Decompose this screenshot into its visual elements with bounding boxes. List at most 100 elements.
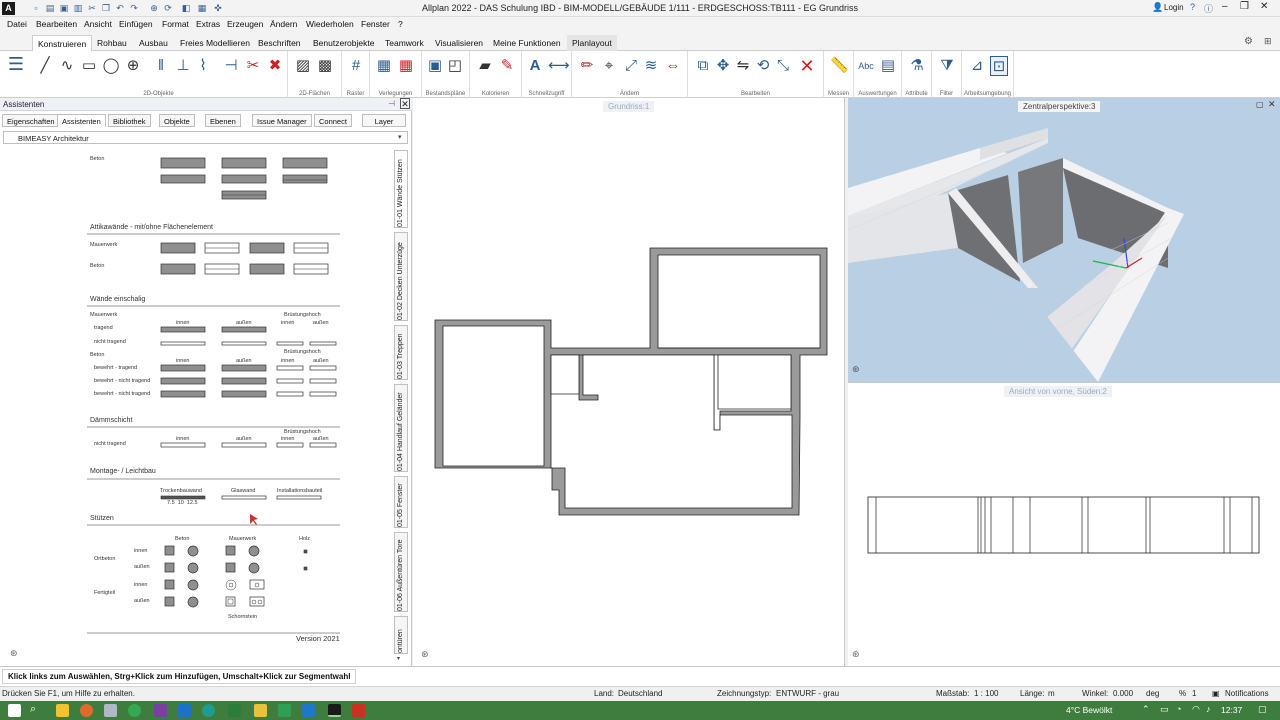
acrobat-icon[interactable]	[352, 704, 365, 717]
vtab-handlauf-gelaender[interactable]: 01-04 Handlauf Geländer	[394, 384, 408, 472]
parallel-lines-icon[interactable]: ‖	[152, 56, 170, 76]
scroll-down-icon[interactable]: ▾	[397, 655, 400, 662]
spellcheck-icon[interactable]: Abc	[857, 56, 875, 76]
copy-element-icon[interactable]: ⧉	[694, 56, 712, 76]
vtab-treppen[interactable]: 01-03 Treppen	[394, 325, 408, 380]
menu-erzeugen[interactable]: Erzeugen	[227, 19, 263, 29]
filter-icon[interactable]: ⧩	[938, 56, 956, 76]
menu-help[interactable]: ?	[398, 19, 403, 29]
line-icon[interactable]: ╱	[36, 56, 54, 76]
offset-icon[interactable]: ≋	[642, 56, 660, 76]
clock[interactable]: 12:37	[1221, 705, 1242, 715]
tab-teamwork[interactable]: Teamwork	[380, 35, 429, 51]
menu-format[interactable]: Format	[162, 19, 189, 29]
perspective-viewport[interactable]: Zentralperspektive:3 ▢ ✕ ⊛	[848, 98, 1280, 382]
image-edit-icon[interactable]: ◰	[446, 56, 464, 76]
tab-benutzerobjekte[interactable]: Benutzerobjekte	[308, 35, 379, 51]
app-icon-3[interactable]	[254, 704, 267, 717]
delete-icon[interactable]: ✕	[798, 56, 816, 76]
measure-icon[interactable]: 📏	[830, 56, 849, 76]
percent-value[interactable]: 1	[1192, 689, 1196, 698]
start-icon[interactable]	[8, 704, 21, 717]
tab-meine-funktionen[interactable]: Meine Funktionen	[488, 35, 566, 51]
workspace-icon[interactable]: ⊿	[968, 56, 986, 76]
layout-2-icon[interactable]: ▦	[397, 56, 415, 76]
vtab-aussentueren-tore[interactable]: 01-06 Außentüren Tore	[394, 532, 408, 612]
rotate-icon[interactable]: ⟲	[754, 56, 772, 76]
plan-viewport[interactable]: Grundriss:1 ⊛	[413, 98, 845, 666]
tab-layer[interactable]: Layer	[362, 114, 406, 127]
modify-points-icon[interactable]: ⌖	[600, 56, 618, 76]
menu-wiederholen[interactable]: Wiederholen	[306, 19, 354, 29]
close-icon[interactable]: ✕	[1260, 1, 1268, 12]
pin-icon[interactable]: ⊣	[388, 99, 395, 108]
onenote-icon[interactable]	[154, 704, 167, 717]
dimension-icon[interactable]: ⟷	[548, 56, 570, 76]
compass-icon[interactable]: ⊛	[10, 648, 18, 659]
tab-freies-modellieren[interactable]: Freies Modellieren	[175, 35, 255, 51]
maximize-icon[interactable]: ❐	[1240, 1, 1249, 12]
login-link[interactable]: Login	[1164, 3, 1184, 12]
vtab-waende-stuetzen[interactable]: 01-01 Wände Stützen	[394, 150, 408, 228]
scale-icon[interactable]: ⤡	[774, 56, 792, 76]
elevation-compass-icon[interactable]: ⊛	[852, 649, 860, 660]
edge-icon[interactable]	[202, 704, 215, 717]
notifications-button[interactable]: Notifications	[1225, 689, 1269, 698]
massstab-value[interactable]: 1 : 100	[974, 689, 998, 698]
attribute-icon[interactable]: ⚗	[908, 56, 926, 76]
tab-assistenten[interactable]: Assistenten	[57, 114, 106, 127]
explorer-icon[interactable]	[56, 704, 69, 717]
search-icon[interactable]: ⌕	[30, 703, 36, 716]
tools-palette-icon[interactable]: ☰	[6, 54, 26, 80]
elevation-viewport[interactable]: Ansicht von vorne, Süden:2 ⊛	[848, 382, 1280, 666]
assistant-group-select[interactable]: BIMEASY Architektur ▾	[3, 131, 408, 144]
vtab-fenster[interactable]: 01-05 Fenster	[394, 476, 408, 528]
spline-icon[interactable]: ⌇	[194, 56, 212, 76]
pencil-icon[interactable]: ✏	[578, 56, 596, 76]
pattern-icon[interactable]: ▩	[316, 56, 334, 76]
vtab-innentueren[interactable]: ontüren	[394, 616, 408, 654]
viewport-maximize-icon[interactable]: ▢	[1256, 100, 1264, 109]
tab-visualisieren[interactable]: Visualisieren	[430, 35, 488, 51]
perpendicular-icon[interactable]: ⊥	[174, 56, 192, 76]
delete-segment-icon[interactable]: ✖	[266, 56, 284, 76]
menu-einfuegen[interactable]: Einfügen	[119, 19, 153, 29]
extend-icon[interactable]: ⊣	[222, 56, 240, 76]
circle-center-icon[interactable]: ⊕	[124, 56, 142, 76]
vtab-decken-unterzuege[interactable]: 01-02 Decken Unterzüge	[394, 232, 408, 321]
stretch-icon[interactable]: ⇔	[664, 56, 682, 76]
chevron-down-icon[interactable]: ▾	[398, 133, 402, 141]
tab-ausbau[interactable]: Ausbau	[134, 35, 173, 51]
volume-icon[interactable]: ♪	[1206, 704, 1211, 714]
image-icon[interactable]: ▣	[426, 56, 444, 76]
land-value[interactable]: Deutschland	[618, 689, 662, 698]
settings-gear-icon[interactable]: ⚙	[1244, 36, 1253, 47]
brush-icon[interactable]: ✎	[498, 56, 516, 76]
tab-bibliothek[interactable]: Bibliothek	[108, 114, 151, 127]
network-icon[interactable]: ◔	[1176, 704, 1181, 714]
palette-close-icon[interactable]: ✕	[400, 98, 410, 109]
action-center-icon[interactable]: ▢	[1258, 704, 1267, 715]
winkel-unit[interactable]: deg	[1146, 689, 1159, 698]
grid-raster-icon[interactable]: #	[347, 56, 365, 76]
tab-konstruieren[interactable]: Konstruieren	[32, 35, 93, 51]
menu-bearbeiten[interactable]: Bearbeiten	[36, 19, 77, 29]
ribbon-expand-icon[interactable]: ⊞	[1264, 36, 1272, 47]
workspace-layout-icon[interactable]: ⊡	[990, 56, 1008, 76]
chrome-icon[interactable]	[128, 704, 141, 717]
viewport-close-icon[interactable]: ✕	[1268, 99, 1276, 110]
hatching-icon[interactable]: ▨	[294, 56, 312, 76]
tab-connect[interactable]: Connect	[314, 114, 352, 127]
3d-model-render[interactable]	[848, 98, 1280, 382]
tab-ebenen[interactable]: Ebenen	[205, 114, 241, 127]
plan-compass-icon[interactable]: ⊛	[421, 649, 429, 660]
zeichnungstyp-value[interactable]: ENTWURF - grau	[776, 689, 839, 698]
tab-issue-manager[interactable]: Issue Manager	[252, 114, 312, 127]
tab-beschriften[interactable]: Beschriften	[253, 35, 306, 51]
polyline-icon[interactable]: ∿	[58, 56, 76, 76]
elevation-drawing[interactable]	[848, 383, 1280, 667]
move-icon[interactable]: ✥	[714, 56, 732, 76]
floor-plan-drawing[interactable]	[413, 98, 845, 666]
app-icon-4[interactable]	[278, 704, 291, 717]
menu-fenster[interactable]: Fenster	[361, 19, 390, 29]
